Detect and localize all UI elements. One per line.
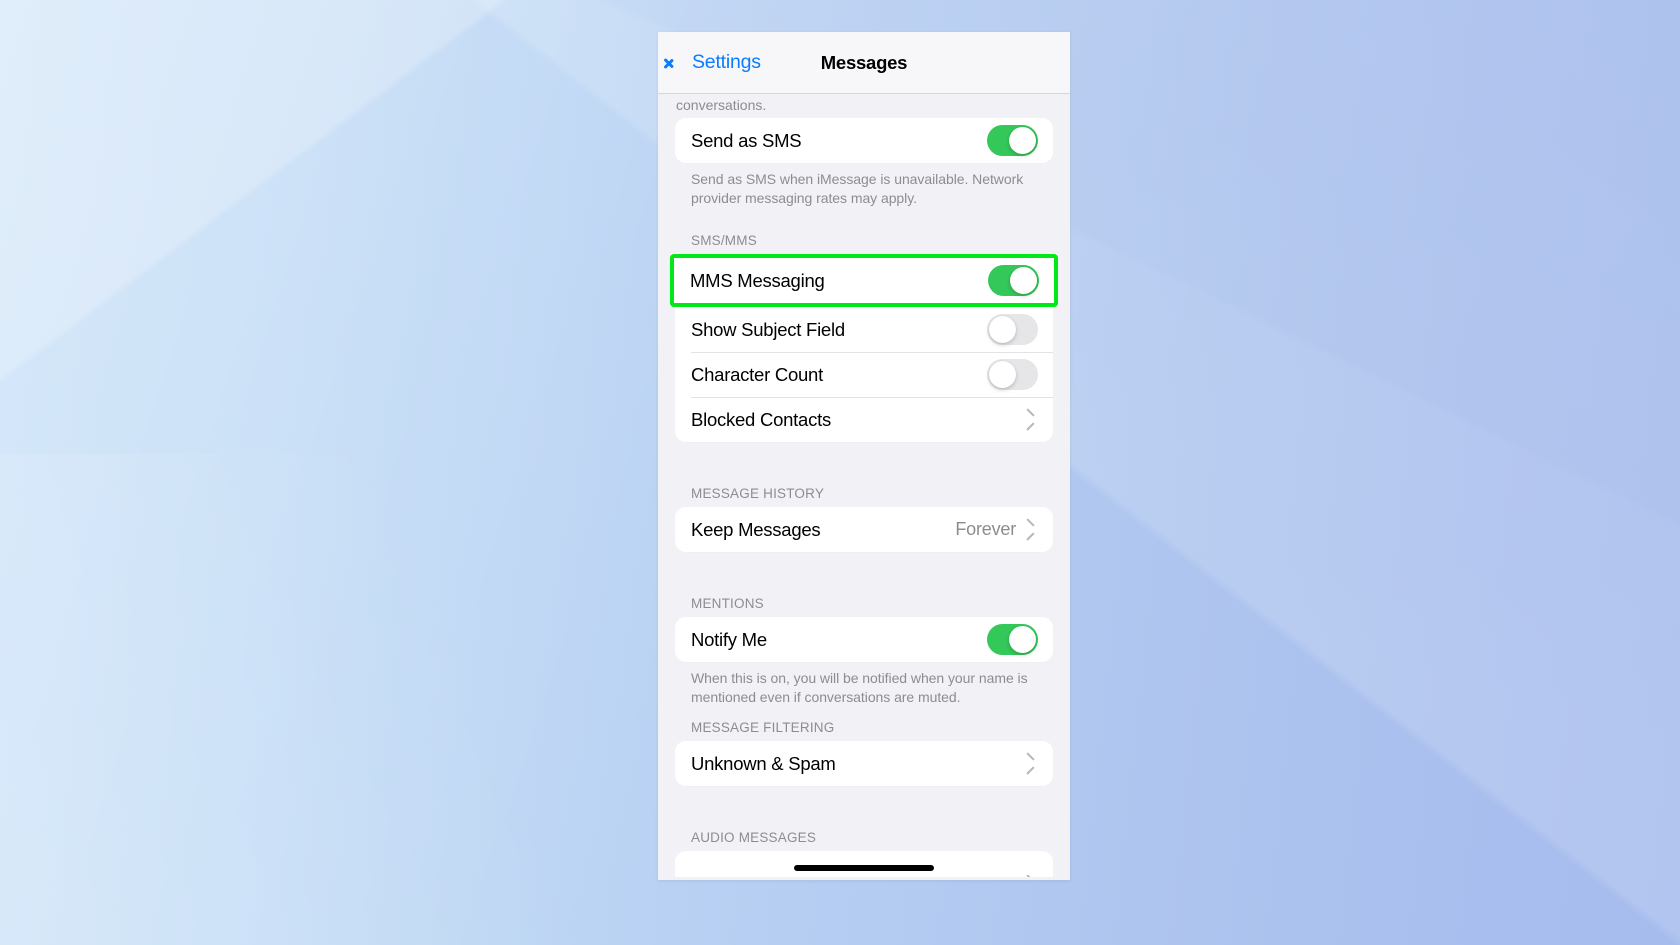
iphone-screen: Settings Messages conversations. Send as…	[658, 32, 1070, 880]
toggle-knob	[1010, 267, 1037, 295]
settings-scroll-area[interactable]: conversations. Send as SMS Send as SMS w…	[658, 96, 1070, 880]
sms-mms-card: Show Subject Field Character Count Block…	[675, 307, 1053, 443]
toggle-knob	[989, 361, 1016, 389]
toggle-mms-messaging[interactable]	[988, 265, 1039, 297]
row-send-as-sms[interactable]: Send as SMS	[675, 118, 1053, 163]
footnote-mentions: When this is on, you will be notified wh…	[691, 670, 1028, 705]
row-keep-messages[interactable]: Keep Messages Forever	[675, 507, 1053, 553]
section-header-message-filtering: MESSAGE FILTERING	[691, 720, 835, 736]
section-header-message-history: MESSAGE HISTORY	[691, 486, 825, 502]
row-blocked-contacts[interactable]: Blocked Contacts	[675, 397, 1053, 443]
chevron-right-icon	[1025, 877, 1036, 878]
chevron-right-icon	[1025, 411, 1036, 429]
message-history-card: Keep Messages Forever	[675, 507, 1053, 553]
mms-messaging-highlight-box: MMS Messaging	[670, 254, 1058, 308]
chevron-right-icon	[1025, 755, 1036, 773]
row-character-count[interactable]: Character Count	[675, 352, 1053, 398]
message-filtering-card: Unknown & Spam	[675, 741, 1053, 787]
row-mms-messaging[interactable]: MMS Messaging	[674, 258, 1054, 304]
toggle-send-as-sms[interactable]	[987, 125, 1038, 156]
row-value-keep-messages: Forever	[955, 519, 1016, 540]
row-show-subject-field[interactable]: Show Subject Field	[675, 307, 1053, 353]
back-button-label: Settings	[692, 51, 761, 73]
footnote-send-as-sms: Send as SMS when iMessage is unavailable…	[691, 171, 1024, 206]
toggle-notify-me[interactable]	[987, 624, 1038, 656]
toggle-show-subject-field[interactable]	[987, 314, 1038, 346]
section-header-audio-messages: AUDIO MESSAGES	[691, 830, 817, 846]
row-notify-me[interactable]: Notify Me	[675, 617, 1053, 663]
row-label-character-count: Character Count	[691, 363, 823, 385]
clipped-footnote-text: conversations.	[676, 97, 767, 113]
row-label-mms-messaging: MMS Messaging	[690, 269, 825, 291]
row-label-keep-messages: Keep Messages	[691, 518, 821, 540]
row-label-blocked-contacts: Blocked Contacts	[691, 408, 831, 430]
chevron-right-icon	[1025, 521, 1036, 539]
mentions-card: Notify Me	[675, 617, 1053, 663]
row-label-notify-me: Notify Me	[691, 628, 767, 650]
chevron-left-icon	[672, 52, 685, 74]
row-label-send-as-sms: Send as SMS	[691, 129, 802, 151]
navigation-bar: Settings Messages	[658, 32, 1070, 94]
back-to-settings-button[interactable]: Settings	[672, 51, 761, 74]
send-as-sms-card: Send as SMS	[675, 118, 1053, 163]
home-indicator[interactable]	[794, 865, 934, 871]
section-header-sms-mms: SMS/MMS	[691, 233, 757, 249]
toggle-character-count[interactable]	[987, 359, 1038, 391]
section-header-mentions: MENTIONS	[691, 596, 764, 612]
toggle-knob	[1009, 626, 1036, 654]
row-label-unknown-and-spam: Unknown & Spam	[691, 752, 836, 774]
row-unknown-and-spam[interactable]: Unknown & Spam	[675, 741, 1053, 787]
toggle-knob	[1009, 127, 1036, 154]
toggle-knob	[989, 316, 1016, 344]
row-label-show-subject-field: Show Subject Field	[691, 318, 845, 340]
